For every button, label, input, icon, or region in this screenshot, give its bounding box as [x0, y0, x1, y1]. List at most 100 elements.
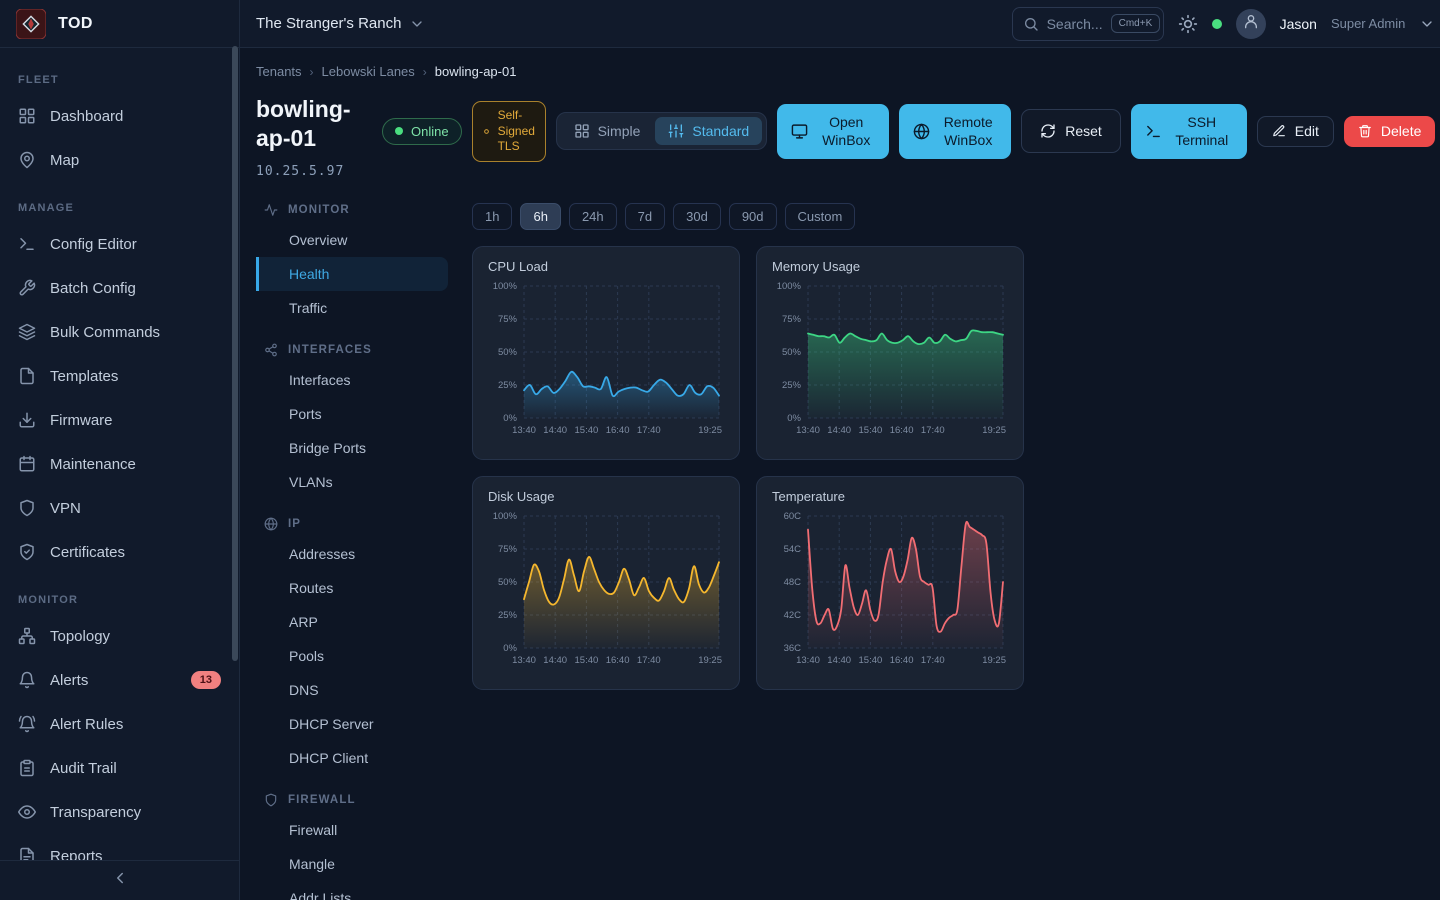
subnav-item-dns[interactable]: DNS — [256, 673, 448, 707]
circle-icon — [481, 126, 492, 137]
svg-text:100%: 100% — [493, 281, 518, 292]
sidebar-item-label: Templates — [50, 368, 118, 385]
open-winbox-button[interactable]: Open WinBox — [777, 104, 889, 160]
subnav-item-firewall[interactable]: Firewall — [256, 813, 448, 847]
svg-text:15:40: 15:40 — [859, 425, 883, 436]
calendar-icon — [18, 455, 36, 473]
subnav-item-overview[interactable]: Overview — [256, 223, 448, 257]
remote-winbox-button[interactable]: Remote WinBox — [899, 104, 1011, 160]
edit-button[interactable]: Edit — [1257, 116, 1334, 147]
svg-text:19:25: 19:25 — [698, 655, 722, 666]
sidebar-item-templates[interactable]: Templates — [10, 354, 229, 398]
page-title: bowling-ap-01 — [256, 95, 362, 154]
file-text-icon — [18, 847, 36, 860]
monitor-icon — [791, 123, 808, 140]
sidebar-item-batch-config[interactable]: Batch Config — [10, 266, 229, 310]
online-dot-icon — [395, 127, 403, 135]
subnav-item-pools[interactable]: Pools — [256, 639, 448, 673]
time-range-30d[interactable]: 30d — [673, 203, 721, 230]
sidebar-item-map[interactable]: Map — [10, 138, 229, 182]
user-name: Jason — [1280, 16, 1317, 32]
subnav-item-routes[interactable]: Routes — [256, 571, 448, 605]
svg-text:50%: 50% — [782, 347, 802, 358]
reset-button[interactable]: Reset — [1021, 109, 1121, 153]
subnav-item-vlans[interactable]: VLANs — [256, 465, 448, 499]
breadcrumb-item-lebowski-lanes[interactable]: Lebowski Lanes — [322, 64, 415, 79]
subnav-item-traffic[interactable]: Traffic — [256, 291, 448, 325]
sidebar-item-label: Alert Rules — [50, 716, 123, 733]
svg-text:25%: 25% — [498, 380, 518, 391]
sidebar-item-topology[interactable]: Topology — [10, 614, 229, 658]
chart-disk-usage: 100%75%50%25%0%13:4014:4015:4016:4017:40… — [488, 508, 724, 672]
sidebar-collapse-button[interactable] — [0, 860, 239, 900]
delete-button[interactable]: Delete — [1344, 116, 1435, 147]
subnav-item-interfaces[interactable]: Interfaces — [256, 363, 448, 397]
sidebar-item-bulk-commands[interactable]: Bulk Commands — [10, 310, 229, 354]
main-area: The Stranger's Ranch Search... Cmd+K Jas… — [240, 0, 1440, 900]
view-mode-simple[interactable]: Simple — [561, 117, 654, 145]
refresh-icon — [1040, 123, 1056, 139]
subnav-item-arp[interactable]: ARP — [256, 605, 448, 639]
time-range-custom[interactable]: Custom — [785, 203, 856, 230]
view-mode-standard[interactable]: Standard — [655, 117, 762, 145]
network-icon — [264, 343, 278, 357]
svg-text:14:40: 14:40 — [543, 655, 567, 666]
sidebar-item-firmware[interactable]: Firmware — [10, 398, 229, 442]
svg-text:25%: 25% — [498, 610, 518, 621]
sidebar-item-certificates[interactable]: Certificates — [10, 530, 229, 574]
sidebar-item-label: Map — [50, 152, 79, 169]
sidebar-item-reports[interactable]: Reports — [10, 834, 229, 860]
subnav-item-ports[interactable]: Ports — [256, 397, 448, 431]
sidebar-item-audit-trail[interactable]: Audit Trail — [10, 746, 229, 790]
svg-text:50%: 50% — [498, 347, 518, 358]
svg-text:19:25: 19:25 — [982, 655, 1006, 666]
tenant-selector[interactable]: The Stranger's Ranch — [256, 15, 425, 32]
sidebar-item-alert-rules[interactable]: Alert Rules — [10, 702, 229, 746]
time-range-6h[interactable]: 6h — [520, 203, 560, 230]
time-range-90d[interactable]: 90d — [729, 203, 777, 230]
time-range-24h[interactable]: 24h — [569, 203, 617, 230]
subnav-item-addr-lists[interactable]: Addr Lists — [256, 881, 448, 900]
pencil-icon — [1272, 124, 1286, 138]
topbar: The Stranger's Ranch Search... Cmd+K Jas… — [240, 0, 1440, 48]
svg-text:48C: 48C — [784, 577, 802, 588]
svg-text:15:40: 15:40 — [575, 655, 599, 666]
sidebar-item-vpn[interactable]: VPN — [10, 486, 229, 530]
breadcrumb-item-tenants[interactable]: Tenants — [256, 64, 302, 79]
search-input[interactable]: Search... Cmd+K — [1012, 7, 1164, 41]
bell-ring-icon — [18, 715, 36, 733]
sidebar-item-alerts[interactable]: Alerts13 — [10, 658, 229, 702]
subnav-item-dhcp-client[interactable]: DHCP Client — [256, 741, 448, 775]
svg-text:25%: 25% — [782, 380, 802, 391]
svg-text:0%: 0% — [503, 643, 517, 654]
sidebar-section-fleet: FLEET — [18, 74, 221, 86]
svg-text:17:40: 17:40 — [637, 655, 661, 666]
logo-row: TOD — [0, 0, 239, 48]
time-range-1h[interactable]: 1h — [472, 203, 512, 230]
subnav-item-addresses[interactable]: Addresses — [256, 537, 448, 571]
sidebar-item-transparency[interactable]: Transparency — [10, 790, 229, 834]
subnav-item-health[interactable]: Health — [256, 257, 448, 291]
activity-icon — [264, 203, 278, 217]
svg-text:17:40: 17:40 — [921, 655, 945, 666]
subnav-item-bridge-ports[interactable]: Bridge Ports — [256, 431, 448, 465]
download-icon — [18, 411, 36, 429]
theme-toggle-sun-icon[interactable] — [1178, 14, 1198, 34]
status-label: Online — [411, 124, 449, 139]
avatar[interactable] — [1236, 9, 1266, 39]
sidebar-scrollbar[interactable] — [232, 46, 238, 661]
breadcrumb-item-bowling-ap-01: bowling-ap-01 — [435, 64, 517, 79]
subnav-item-dhcp-server[interactable]: DHCP Server — [256, 707, 448, 741]
sidebar-item-dashboard[interactable]: Dashboard — [10, 94, 229, 138]
grid-icon — [18, 107, 36, 125]
sidebar-item-maintenance[interactable]: Maintenance — [10, 442, 229, 486]
device-title-block: bowling-ap-01 10.25.5.97 — [256, 95, 362, 179]
time-range-7d[interactable]: 7d — [625, 203, 665, 230]
user-menu-chevron-icon[interactable] — [1419, 16, 1435, 32]
svg-text:13:40: 13:40 — [796, 655, 820, 666]
ssh-terminal-button[interactable]: SSH Terminal — [1131, 104, 1247, 160]
subnav-item-mangle[interactable]: Mangle — [256, 847, 448, 881]
svg-text:14:40: 14:40 — [827, 425, 851, 436]
sidebar-item-config-editor[interactable]: Config Editor — [10, 222, 229, 266]
chart-card-disk-usage: Disk Usage100%75%50%25%0%13:4014:4015:40… — [472, 476, 740, 690]
